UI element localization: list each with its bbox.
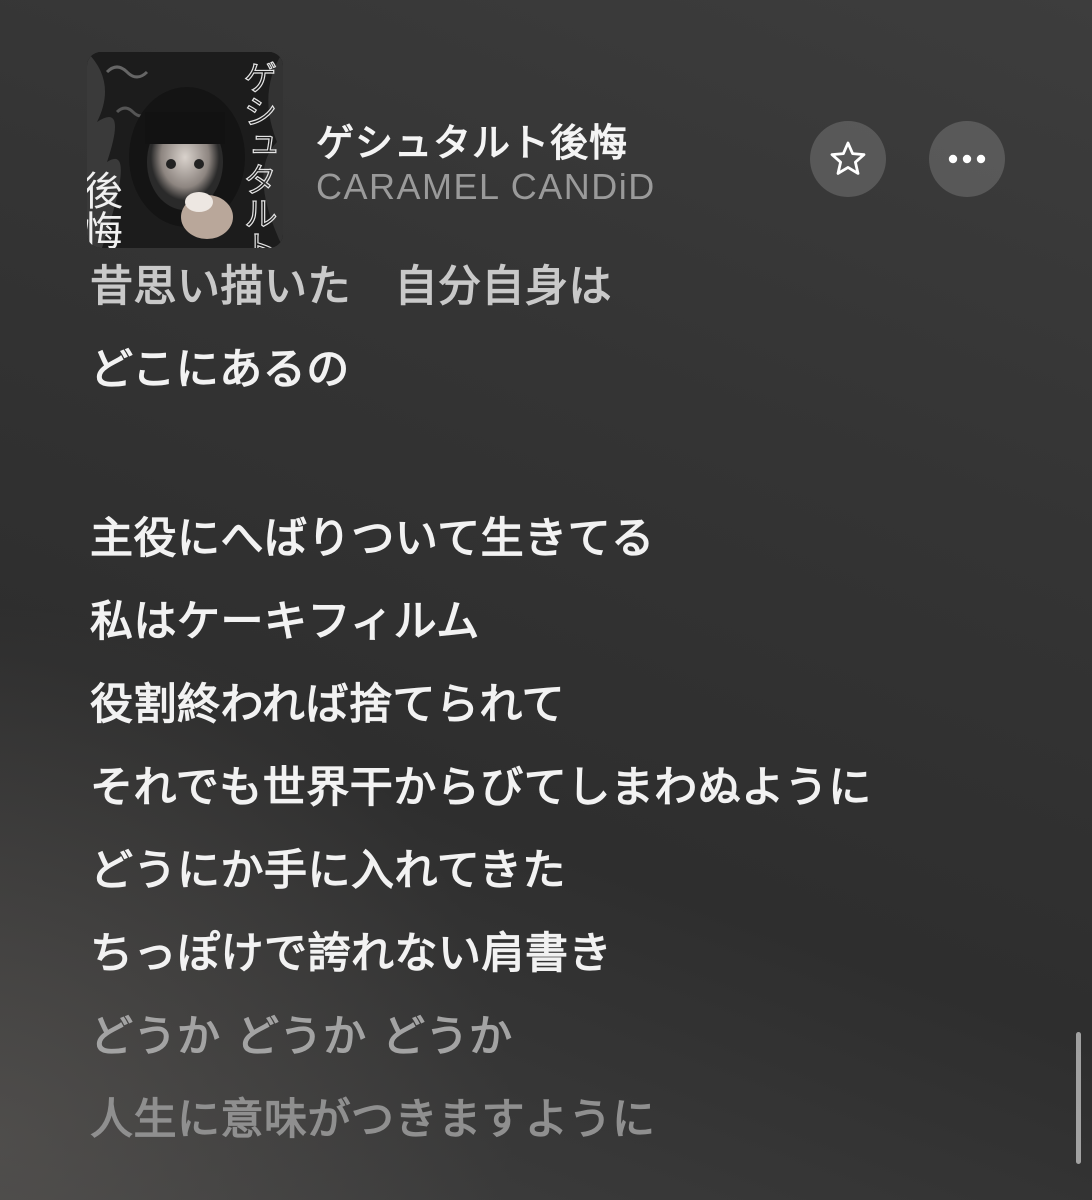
lyric-line[interactable]: どこにあるの bbox=[90, 329, 1050, 412]
lyric-line[interactable]: 主役にへばりついて生きてる bbox=[90, 498, 1050, 581]
artwork-text-right: ゲシュタルト bbox=[237, 60, 277, 248]
album-artwork-icon: 後悔 ゲシュタルト bbox=[87, 52, 283, 248]
ellipsis-icon bbox=[947, 153, 987, 165]
lyric-line[interactable]: 昔思い描いた 自分自身は bbox=[90, 246, 1050, 329]
lyric-line[interactable]: それでも世界干からびてしまわぬように bbox=[90, 747, 1050, 830]
track-title[interactable]: ゲシュタルト後悔 bbox=[316, 112, 628, 167]
favorite-button[interactable] bbox=[810, 121, 886, 197]
lyric-line[interactable]: 人生に意味がつきますように bbox=[90, 1079, 1050, 1162]
lyric-line[interactable]: 私はケーキフィルム bbox=[90, 581, 1050, 664]
lyric-line-blank bbox=[90, 412, 1050, 498]
star-outline-icon bbox=[828, 139, 868, 179]
album-artwork[interactable]: 後悔 ゲシュタルト bbox=[87, 52, 283, 248]
lyrics-list[interactable]: 昔思い描いた 自分自身は どこにあるの 主役にへばりついて生きてる 私はケーキフ… bbox=[90, 246, 1050, 1162]
lyric-line[interactable]: どうか どうか どうか bbox=[90, 996, 1050, 1079]
scrollbar[interactable] bbox=[1076, 1032, 1081, 1164]
lyric-line[interactable]: ちっぽけで誇れない肩書き bbox=[90, 913, 1050, 996]
track-artist[interactable]: CARAMEL CANDiD bbox=[316, 166, 656, 208]
lyric-line[interactable]: 役割終われば捨てられて bbox=[90, 664, 1050, 747]
artwork-text-left: 後悔 bbox=[87, 170, 122, 248]
lyric-line[interactable]: どうにか手に入れてきた bbox=[90, 830, 1050, 913]
more-options-button[interactable] bbox=[929, 121, 1005, 197]
now-playing-header: 後悔 ゲシュタルト ゲシュタルト後悔 CARAMEL CANDiD bbox=[0, 0, 1092, 260]
